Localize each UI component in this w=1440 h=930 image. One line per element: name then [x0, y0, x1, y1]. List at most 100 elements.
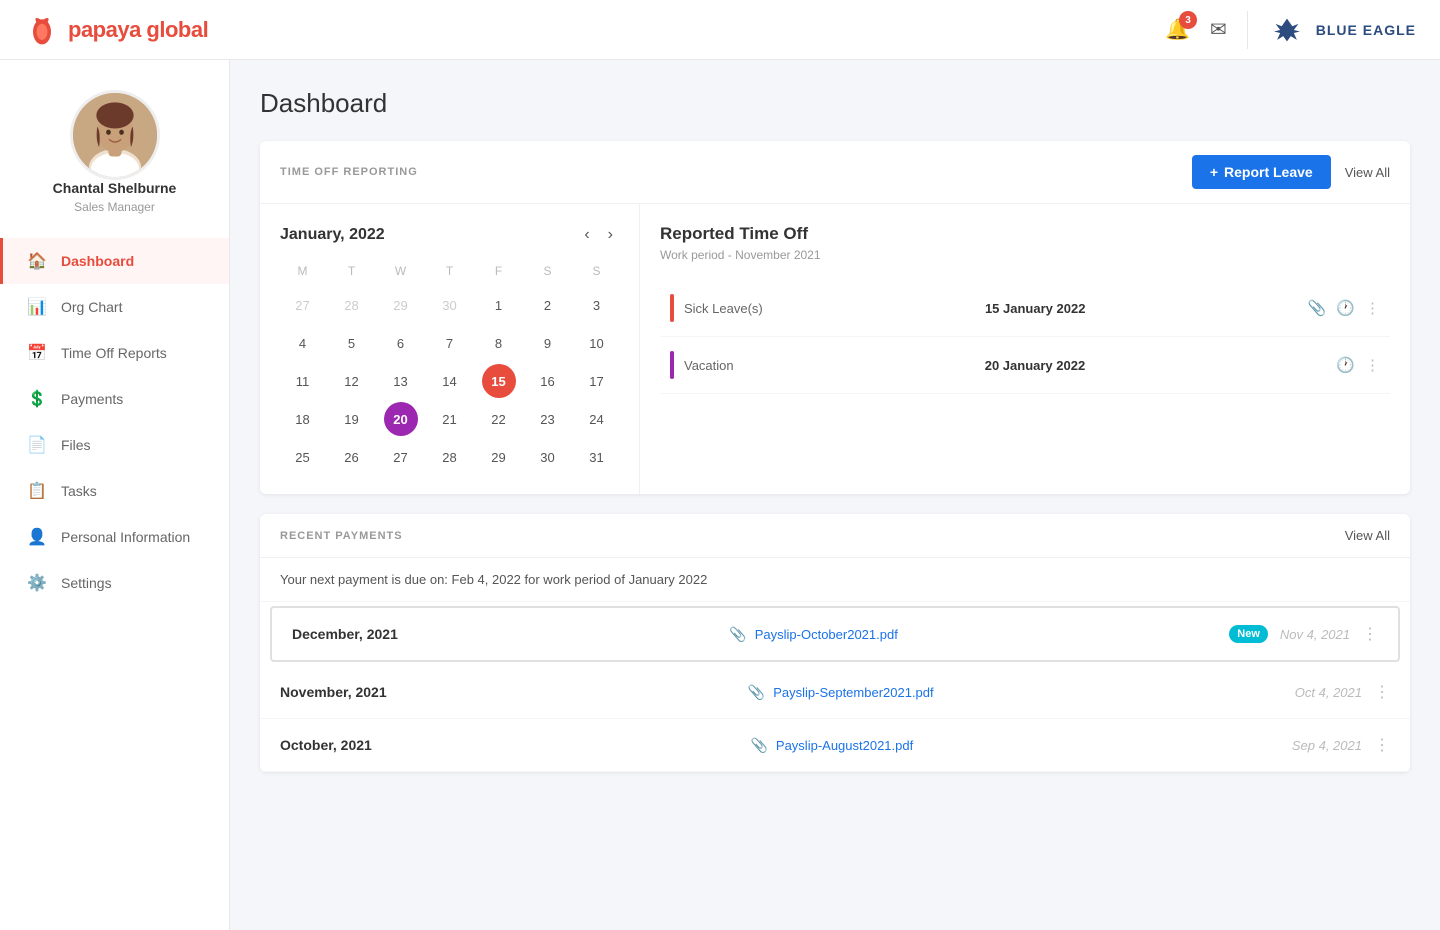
payment-row-november: November, 2021 📎 Payslip-September2021.p… [260, 666, 1410, 719]
cal-day[interactable]: 30 [433, 288, 467, 322]
cal-day[interactable]: 28 [335, 288, 369, 322]
cal-day[interactable]: 1 [482, 288, 516, 322]
cal-day[interactable]: 28 [433, 440, 467, 474]
cal-day[interactable]: 19 [335, 402, 369, 436]
nav-list: 🏠 Dashboard 📊 Org Chart 📅 Time Off Repor… [0, 238, 229, 606]
payment-row-october: October, 2021 📎 Payslip-August2021.pdf S… [260, 719, 1410, 772]
sidebar-item-time-off[interactable]: 📅 Time Off Reports [0, 330, 229, 376]
sick-leave-dots-button[interactable]: ⋮ [1365, 299, 1380, 317]
payment-period-december: December, 2021 [292, 626, 398, 642]
cal-day[interactable]: 27 [384, 440, 418, 474]
payment-right-october: Sep 4, 2021 ⋮ [1292, 735, 1390, 755]
cal-day[interactable]: 25 [286, 440, 320, 474]
cal-day[interactable]: 6 [384, 326, 418, 360]
notification-bell[interactable]: 🔔 3 [1165, 17, 1190, 42]
report-leave-label: Report Leave [1224, 164, 1313, 180]
sidebar-item-label: Org Chart [61, 299, 122, 315]
sidebar-item-personal-information[interactable]: 👤 Personal Information [0, 514, 229, 560]
mail-icon[interactable]: ✉ [1210, 17, 1227, 42]
cal-day[interactable]: 24 [580, 402, 614, 436]
cal-day[interactable]: 21 [433, 402, 467, 436]
cal-day[interactable]: 23 [531, 402, 565, 436]
calendar-grid: M T W T F S S 27 28 29 30 1 2 [280, 264, 619, 474]
cal-day[interactable]: 31 [580, 440, 614, 474]
cal-header-mon: M [280, 264, 325, 284]
logo-text: papaya global [68, 17, 208, 43]
cal-day-highlighted[interactable]: 20 [384, 402, 418, 436]
cal-day[interactable]: 12 [335, 364, 369, 398]
cal-day[interactable]: 10 [580, 326, 614, 360]
reported-time-off-period: Work period - November 2021 [660, 248, 1390, 262]
personal-info-icon: 👤 [27, 527, 47, 547]
report-leave-button[interactable]: + Report Leave [1192, 155, 1331, 189]
cal-day[interactable]: 7 [433, 326, 467, 360]
cal-header-sat: S [525, 264, 570, 284]
sidebar-item-files[interactable]: 📄 Files [0, 422, 229, 468]
payments-section-label: RECENT PAYMENTS [280, 530, 403, 542]
cal-day[interactable]: 2 [531, 288, 565, 322]
calendar-prev-button[interactable]: ‹ [578, 224, 595, 246]
payment-file-link-october[interactable]: Payslip-August2021.pdf [776, 738, 913, 753]
sick-leave-actions: 📎 🕐 ⋮ [1308, 299, 1380, 317]
sidebar-item-dashboard[interactable]: 🏠 Dashboard [0, 238, 229, 284]
sidebar-item-label: Files [61, 437, 91, 453]
time-off-body: January, 2022 ‹ › M T W T F S [260, 204, 1410, 494]
payments-icon: 💲 [27, 389, 47, 409]
payments-notice: Your next payment is due on: Feb 4, 2022… [260, 558, 1410, 602]
payments-card: RECENT PAYMENTS View All Your next payme… [260, 514, 1410, 772]
cal-day[interactable]: 8 [482, 326, 516, 360]
cal-day[interactable]: 14 [433, 364, 467, 398]
cal-day[interactable]: 3 [580, 288, 614, 322]
sick-leave-bar [670, 294, 674, 322]
cal-day[interactable]: 22 [482, 402, 516, 436]
cal-day[interactable]: 30 [531, 440, 565, 474]
avatar [70, 90, 160, 180]
cal-day[interactable]: 27 [286, 288, 320, 322]
avatar-image [73, 93, 157, 177]
payment-file-link-december[interactable]: Payslip-October2021.pdf [755, 627, 898, 642]
company-area: BLUE EAGLE [1247, 11, 1416, 49]
cal-day[interactable]: 4 [286, 326, 320, 360]
calendar-month: January, 2022 [280, 226, 385, 244]
cal-day[interactable]: 17 [580, 364, 614, 398]
payment-dots-november[interactable]: ⋮ [1374, 682, 1390, 702]
payment-file-link-november[interactable]: Payslip-September2021.pdf [773, 685, 933, 700]
sidebar-item-tasks[interactable]: 📋 Tasks [0, 468, 229, 514]
calendar-nav: ‹ › [578, 224, 619, 246]
cal-day[interactable]: 29 [384, 288, 418, 322]
time-off-icon: 📅 [27, 343, 47, 363]
cal-day[interactable]: 5 [335, 326, 369, 360]
time-off-view-all-link[interactable]: View All [1345, 165, 1390, 180]
cal-day[interactable]: 9 [531, 326, 565, 360]
cal-day-today[interactable]: 15 [482, 364, 516, 398]
payment-dots-december[interactable]: ⋮ [1362, 624, 1378, 644]
cal-day[interactable]: 13 [384, 364, 418, 398]
vacation-leave-dots-button[interactable]: ⋮ [1365, 356, 1380, 374]
sidebar-item-payments[interactable]: 💲 Payments [0, 376, 229, 422]
sick-leave-clock-button[interactable]: 🕐 [1336, 299, 1355, 317]
leave-left: Vacation [670, 351, 734, 379]
payment-date-november: Oct 4, 2021 [1295, 685, 1362, 700]
sidebar-item-org-chart[interactable]: 📊 Org Chart [0, 284, 229, 330]
vacation-leave-actions: 🕐 ⋮ [1336, 356, 1380, 374]
topnav-right: 🔔 3 ✉ BLUE EAGLE [1165, 11, 1416, 49]
vacation-leave-date: 20 January 2022 [985, 358, 1085, 373]
main-layout: Chantal Shelburne Sales Manager 🏠 Dashbo… [0, 0, 1440, 930]
payments-view-all-link[interactable]: View All [1345, 528, 1390, 543]
cal-day[interactable]: 26 [335, 440, 369, 474]
sidebar: Chantal Shelburne Sales Manager 🏠 Dashbo… [0, 60, 230, 930]
cal-day[interactable]: 11 [286, 364, 320, 398]
cal-day[interactable]: 18 [286, 402, 320, 436]
time-off-section-label: TIME OFF REPORTING [280, 166, 418, 178]
cal-day[interactable]: 29 [482, 440, 516, 474]
vacation-leave-clock-button[interactable]: 🕐 [1336, 356, 1355, 374]
calendar-next-button[interactable]: › [602, 224, 619, 246]
company-eagle-icon [1268, 11, 1306, 49]
cal-day[interactable]: 16 [531, 364, 565, 398]
sick-leave-clip-button[interactable]: 📎 [1308, 299, 1327, 317]
payment-mid-december: 📎 Payslip-October2021.pdf [729, 626, 898, 643]
payment-right-december: New Nov 4, 2021 ⋮ [1229, 624, 1378, 644]
clip-icon-november: 📎 [748, 684, 765, 701]
sidebar-item-settings[interactable]: ⚙️ Settings [0, 560, 229, 606]
payment-dots-october[interactable]: ⋮ [1374, 735, 1390, 755]
